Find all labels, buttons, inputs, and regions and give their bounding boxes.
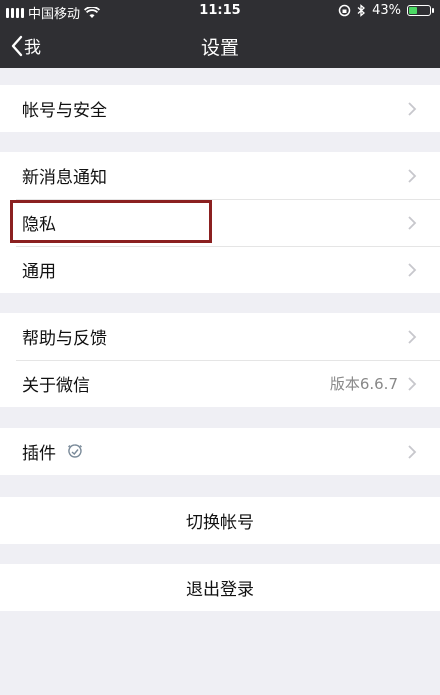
rotation-lock-icon xyxy=(338,4,351,17)
row-account-security[interactable]: 帐号与安全 xyxy=(0,85,440,132)
battery-fill xyxy=(409,7,418,14)
status-bar: 中国移动 11:15 43% xyxy=(0,0,440,22)
group-account: 帐号与安全 xyxy=(0,85,440,132)
row-label: 新消息通知 xyxy=(22,168,107,188)
row-label: 通用 xyxy=(22,262,56,282)
bluetooth-icon xyxy=(357,4,366,17)
row-label: 关于微信 xyxy=(22,376,90,396)
row-help-feedback[interactable]: 帮助与反馈 xyxy=(0,313,440,360)
button-label: 切换帐号 xyxy=(186,513,254,533)
button-label: 退出登录 xyxy=(186,580,254,600)
chevron-right-icon xyxy=(408,330,417,344)
group-help-about: 帮助与反馈 关于微信 版本6.6.7 xyxy=(0,313,440,407)
top-bar: 中国移动 11:15 43% 我 设置 xyxy=(0,0,440,68)
row-privacy[interactable]: 隐私 xyxy=(0,199,440,246)
chevron-right-icon xyxy=(408,445,417,459)
chevron-right-icon xyxy=(408,169,417,183)
group-switch-account: 切换帐号 xyxy=(0,497,440,544)
group-logout: 退出登录 xyxy=(0,564,440,611)
group-notify-privacy-general: 新消息通知 隐私 通用 xyxy=(0,152,440,293)
row-new-message-notification[interactable]: 新消息通知 xyxy=(0,152,440,199)
chevron-right-icon xyxy=(408,263,417,277)
row-plugins[interactable]: 插件 xyxy=(0,428,440,475)
navigation-bar: 我 设置 xyxy=(0,22,440,68)
switch-account-button[interactable]: 切换帐号 xyxy=(0,497,440,544)
row-label: 插件 xyxy=(22,444,56,464)
battery-percent: 43% xyxy=(372,3,401,18)
row-general[interactable]: 通用 xyxy=(0,246,440,293)
status-right: 43% xyxy=(338,3,434,18)
page-title: 设置 xyxy=(200,37,239,59)
logout-button[interactable]: 退出登录 xyxy=(0,564,440,611)
chevron-right-icon xyxy=(408,216,417,230)
version-value: 版本6.6.7 xyxy=(329,375,398,393)
row-label: 帮助与反馈 xyxy=(22,329,107,349)
row-about-wechat[interactable]: 关于微信 版本6.6.7 xyxy=(0,360,440,407)
row-label: 隐私 xyxy=(22,215,56,235)
chevron-right-icon xyxy=(408,377,417,391)
plugin-icon xyxy=(66,443,84,461)
group-plugins: 插件 xyxy=(0,428,440,475)
battery-icon xyxy=(407,5,434,16)
chevron-right-icon xyxy=(408,102,417,116)
row-label: 帐号与安全 xyxy=(22,101,107,121)
